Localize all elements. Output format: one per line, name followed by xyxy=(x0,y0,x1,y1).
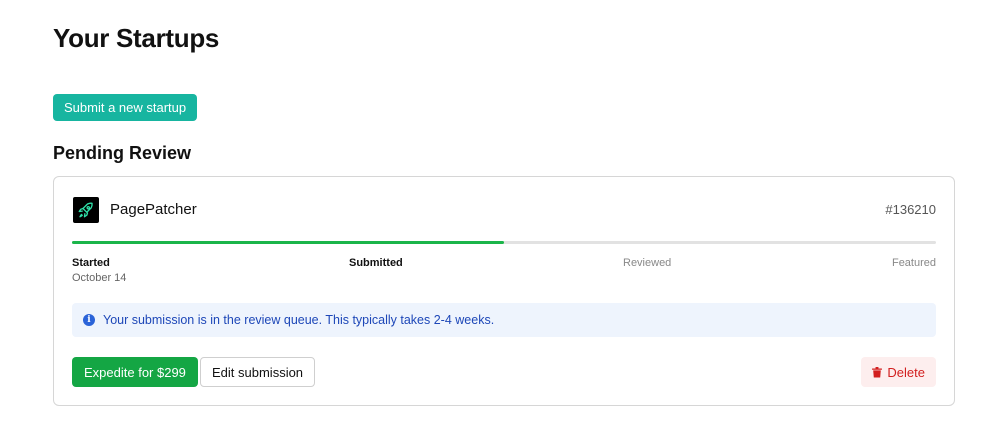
delete-label: Delete xyxy=(887,364,925,380)
step-reviewed: Reviewed xyxy=(623,257,672,269)
step-featured: Featured xyxy=(891,257,936,269)
delete-button[interactable]: Delete xyxy=(861,357,936,387)
section-title: Pending Review xyxy=(53,143,192,163)
page-title: Your Startups xyxy=(53,23,220,53)
submit-new-startup-button[interactable]: Submit a new startup xyxy=(53,94,198,121)
startup-id: #136210 xyxy=(885,202,936,217)
progress-fill xyxy=(72,241,504,244)
step-submitted: Submitted xyxy=(349,257,403,269)
startup-logo xyxy=(73,197,99,223)
edit-submission-button[interactable]: Edit submission xyxy=(200,357,316,387)
trash-icon xyxy=(872,366,883,378)
info-banner: i Your submission is in the review queue… xyxy=(72,303,936,337)
step-started-date: October 14 xyxy=(72,272,127,284)
progress-track xyxy=(72,241,936,244)
info-message: Your submission is in the review queue. … xyxy=(103,313,495,327)
startup-card: PagePatcher #136210 Started Submitted Re… xyxy=(53,176,955,406)
step-started: Started xyxy=(72,257,110,269)
expedite-button[interactable]: Expedite for $299 xyxy=(72,357,198,387)
startup-name[interactable]: PagePatcher xyxy=(110,201,197,219)
rocket-icon xyxy=(78,202,93,218)
info-icon: i xyxy=(83,314,95,326)
